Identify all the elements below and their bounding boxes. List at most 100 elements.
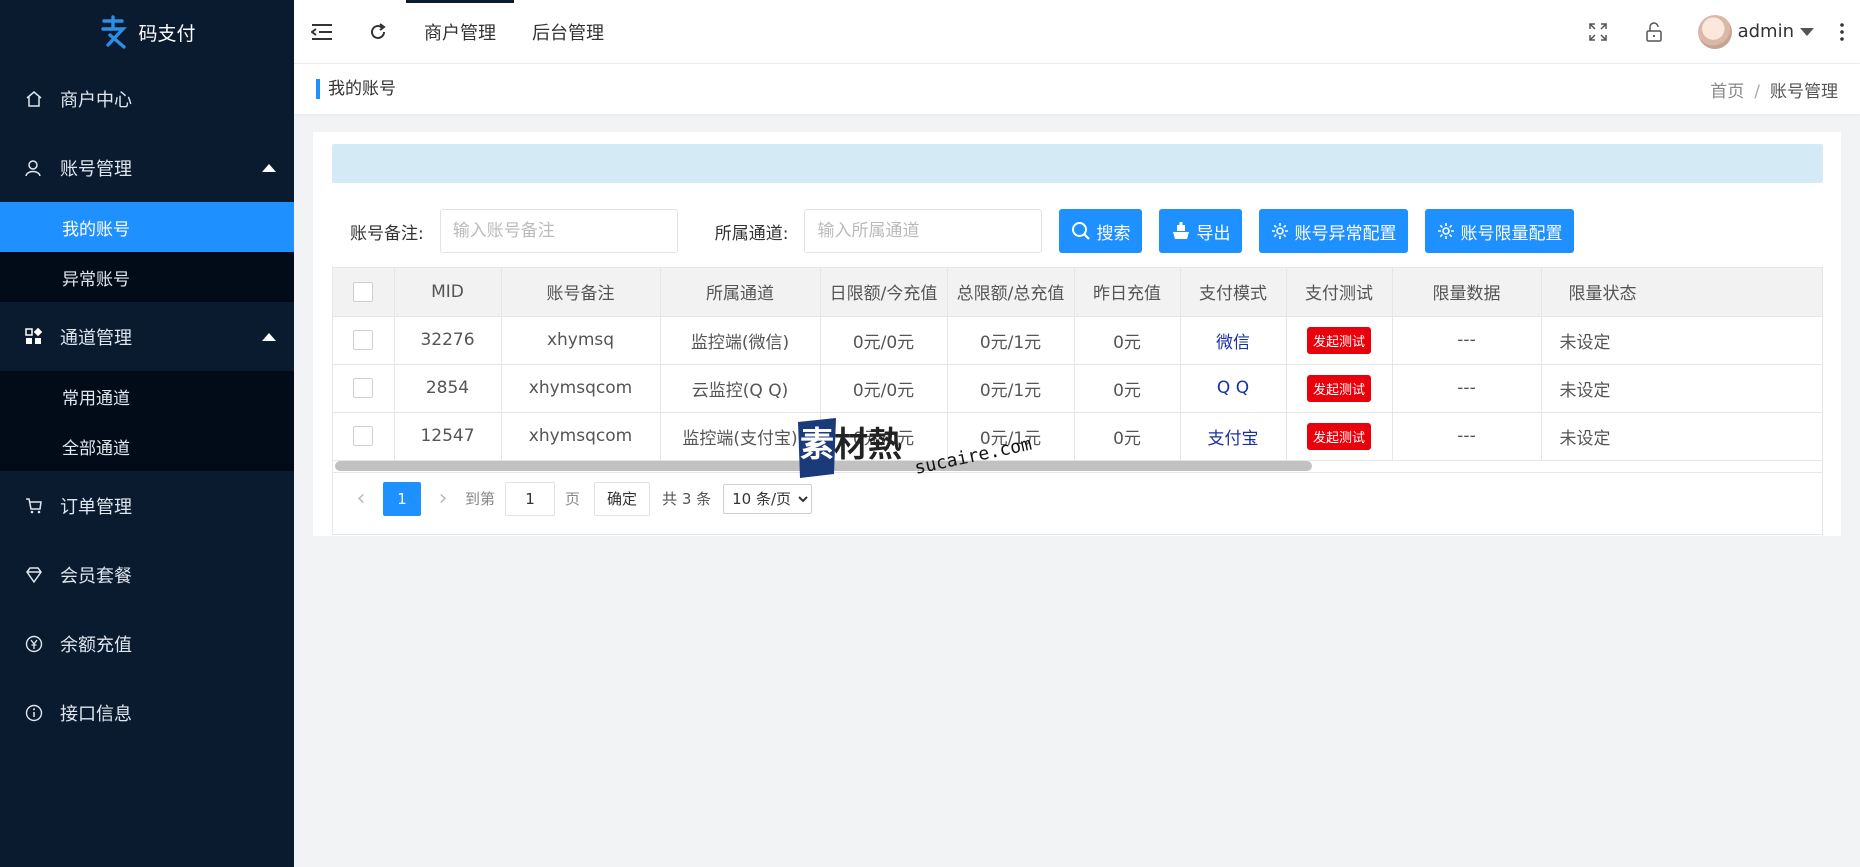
sidebar-item-my-accounts[interactable]: 我的账号 [0, 202, 294, 252]
column-header[interactable]: 限量状态 [1541, 268, 1822, 317]
column-header[interactable]: 账号备注 [501, 268, 661, 317]
channel-input[interactable] [804, 209, 1043, 253]
table-row: 12547 xhymsqcom 监控端(支付宝) 0元/0元 0元/1元 0元 … [333, 412, 1822, 461]
sidebar-item-common-channels[interactable]: 常用通道 [0, 371, 294, 421]
row-select-cell [333, 316, 395, 365]
page-number-current[interactable]: 1 [383, 481, 421, 516]
row-checkbox[interactable] [353, 378, 374, 398]
limit-state-cell: 未设定 [1541, 316, 1822, 365]
column-header[interactable]: 所属通道 [660, 268, 821, 317]
abnormal-config-label: 账号异常配置 [1294, 223, 1397, 244]
search-button[interactable]: 搜索 [1059, 209, 1143, 253]
goto-confirm-button[interactable]: 确定 [594, 481, 651, 516]
logo-icon [101, 15, 128, 49]
page-size-select[interactable]: 10 条/页 [723, 483, 813, 514]
column-header[interactable]: 支付模式 [1180, 268, 1287, 317]
sidebar-item-abnormal-accounts[interactable]: 异常账号 [0, 252, 294, 302]
remark-cell: xhymsqcom [501, 412, 661, 461]
collapse-menu-icon[interactable] [294, 0, 350, 64]
channel-cell: 监控端(支付宝) [660, 412, 821, 461]
home-icon [24, 89, 44, 109]
tab-backend-management[interactable]: 后台管理 [514, 0, 622, 64]
column-header[interactable]: 昨日充值 [1074, 268, 1181, 317]
start-test-button[interactable]: 发起测试 [1306, 422, 1371, 450]
sidebar-item-merchant-center[interactable]: 商户中心 [0, 64, 294, 133]
limit-config-button[interactable]: 账号限量配置 [1425, 209, 1575, 253]
limit-data-cell: --- [1392, 412, 1542, 461]
prev-page-icon[interactable]: ‹ [347, 485, 375, 513]
mid-cell: 32276 [394, 316, 502, 365]
daily-cell: 0元/0元 [820, 316, 948, 365]
daily-cell: 0元/0元 [820, 364, 948, 413]
yesterday-cell: 0元 [1074, 364, 1181, 413]
pay-test-cell: 发起测试 [1286, 364, 1393, 413]
logo[interactable]: 码支付 [0, 0, 294, 64]
search-icon [1072, 222, 1091, 240]
sidebar-item-label: 订单管理 [60, 496, 132, 518]
sidebar-item-membership[interactable]: 会员套餐 [0, 540, 294, 609]
select-all-cell [333, 268, 395, 317]
total-count: 共 3 条 [662, 490, 712, 508]
goto-page-input[interactable] [505, 481, 556, 516]
more-vertical-icon[interactable] [1824, 0, 1860, 64]
sidebar-item-account-management[interactable]: 账号管理 [0, 133, 294, 202]
goto-label: 到第 [465, 490, 496, 508]
table-header-row: MID 账号备注 所属通道 日限额/今充值 总限额/总充值 昨日充值 支付模式 … [333, 268, 1822, 317]
sidebar-item-label: 通道管理 [60, 327, 132, 349]
submenu-channel: 常用通道 全部通道 [0, 371, 294, 471]
submenu-account: 我的账号 异常账号 [0, 202, 294, 302]
sidebar-item-label: 接口信息 [60, 703, 132, 725]
row-checkbox[interactable] [353, 426, 374, 446]
channel-cell: 云监控(Q Q) [660, 364, 821, 413]
column-header[interactable]: 日限额/今充值 [820, 268, 948, 317]
header-right: admin [1570, 0, 1860, 64]
export-icon [1173, 222, 1190, 239]
sidebar-item-label: 账号管理 [60, 158, 132, 180]
start-test-button[interactable]: 发起测试 [1306, 326, 1371, 354]
select-all-checkbox[interactable] [353, 281, 374, 302]
lock-icon[interactable] [1626, 0, 1682, 64]
sidebar-item-orders[interactable]: 订单管理 [0, 471, 294, 540]
info-alert [332, 144, 1823, 183]
remark-input[interactable] [439, 209, 678, 253]
breadcrumb-home[interactable]: 首页 [1710, 82, 1744, 102]
row-select-cell [333, 412, 395, 461]
next-page-icon[interactable]: › [429, 485, 457, 513]
pagination: ‹ 1 › 到第 页 确定 共 3 条 10 条/页 [333, 472, 1822, 524]
sidebar-item-channel-management[interactable]: 通道管理 [0, 302, 294, 371]
remark-cell: xhymsq [501, 316, 661, 365]
sidebar-item-recharge[interactable]: 余额充值 [0, 609, 294, 678]
horizontal-scrollbar[interactable] [335, 461, 1822, 471]
sidebar-item-all-channels[interactable]: 全部通道 [0, 421, 294, 471]
total-cell: 0元/1元 [947, 316, 1075, 365]
mid-cell: 2854 [394, 364, 502, 413]
sidebar-item-api-info[interactable]: 接口信息 [0, 678, 294, 747]
remark-cell: xhymsqcom [501, 364, 661, 413]
sidebar-item-label: 余额充值 [60, 634, 132, 656]
scrollbar-thumb[interactable] [335, 461, 1312, 471]
avatar [1697, 14, 1732, 49]
caret-up-icon [262, 332, 276, 341]
export-button-label: 导出 [1196, 223, 1231, 244]
breadcrumb-current: 账号管理 [1770, 81, 1838, 102]
row-checkbox[interactable] [353, 330, 374, 350]
refresh-icon[interactable] [350, 0, 406, 64]
column-header[interactable]: 限量数据 [1392, 268, 1542, 317]
tab-merchant-management[interactable]: 商户管理 [406, 0, 514, 64]
app-name: 码支付 [138, 22, 196, 45]
channel-cell: 监控端(微信) [660, 316, 821, 365]
user-menu[interactable]: admin [1682, 14, 1824, 49]
column-header[interactable]: MID [394, 268, 502, 317]
abnormal-config-button[interactable]: 账号异常配置 [1259, 209, 1409, 253]
export-button[interactable]: 导出 [1159, 209, 1243, 253]
fullscreen-icon[interactable] [1570, 0, 1626, 64]
cart-icon [24, 496, 44, 516]
limit-state-cell: 未设定 [1541, 412, 1822, 461]
start-test-button[interactable]: 发起测试 [1306, 374, 1371, 402]
column-header[interactable]: 支付测试 [1286, 268, 1393, 317]
pay-mode-cell: 微信 [1180, 316, 1287, 365]
mid-cell: 12547 [394, 412, 502, 461]
column-header[interactable]: 总限额/总充值 [947, 268, 1075, 317]
table: MID 账号备注 所属通道 日限额/今充值 总限额/总充值 昨日充值 支付模式 … [333, 268, 1822, 461]
main-card: 账号备注: 所属通道: 搜索 导出 账号异常配置 账号限量配置 [313, 132, 1841, 536]
